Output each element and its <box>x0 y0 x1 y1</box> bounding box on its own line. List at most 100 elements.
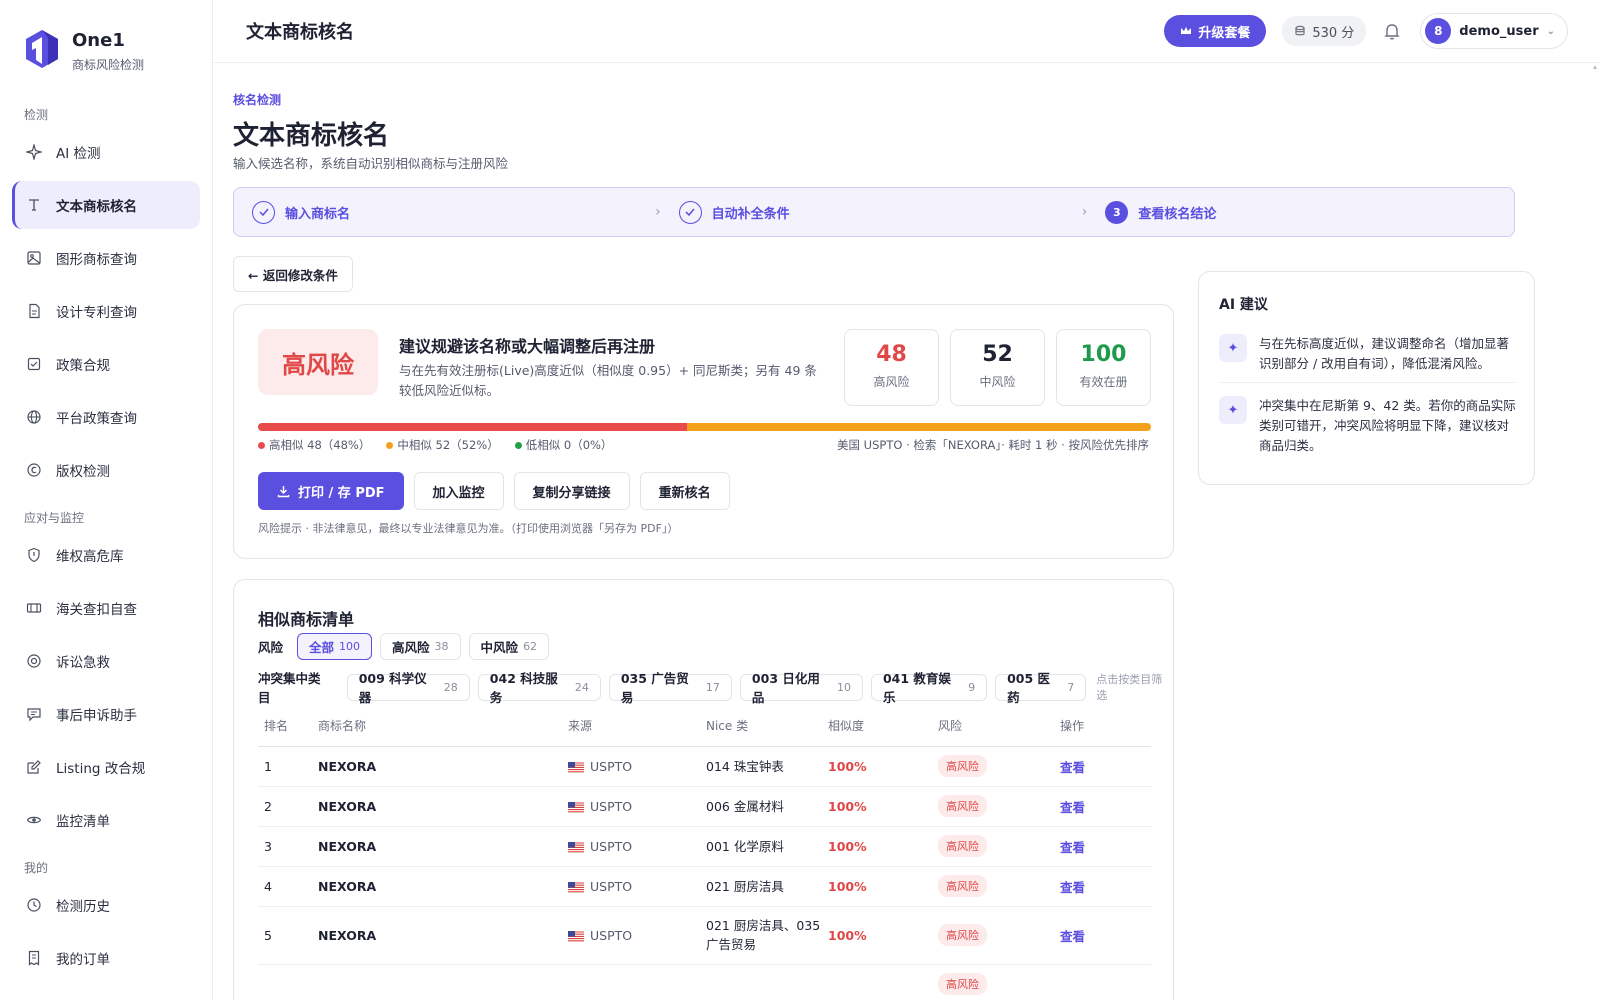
scrollbar[interactable] <box>1592 63 1598 1000</box>
step-item: 输入商标名 › <box>234 200 661 224</box>
bell-icon[interactable] <box>1382 21 1402 41</box>
copy-share-link-button[interactable]: 复制分享链接 <box>513 472 630 510</box>
column-header: 相似度 <box>822 706 932 747</box>
download-icon <box>277 485 290 497</box>
chip-label: 003 日化用品 <box>751 671 820 705</box>
points-badge[interactable]: 530 分 <box>1282 16 1367 46</box>
stat-value: 52 <box>982 342 1013 367</box>
sidebar-item[interactable]: AI 检测 <box>12 128 200 176</box>
recheck-button[interactable]: 重新核名 <box>639 472 730 510</box>
ai-suggestion-text: 与在先标高度近似，建议调整命名（增加显著识别部分 / 改用自有词），降低混淆风险… <box>1259 336 1510 371</box>
risk-disclaimer: 风险提示 · 非法律意见，最终以专业法律意见为准。（打印使用浏览器「另存为 PD… <box>258 522 679 535</box>
sidebar-item[interactable]: 平台政策查询 <box>12 393 200 441</box>
sidebar-item[interactable]: Listing 改合规 <box>12 743 200 791</box>
points-value: 530 分 <box>1312 25 1355 41</box>
brand[interactable]: One1 商标风险检测 <box>0 0 212 96</box>
table-row[interactable]: 1 NEXORA USPTO 014 珠宝钟表 100% 高风险 查看 <box>258 746 1151 787</box>
sidebar-item[interactable]: 检测历史 <box>12 881 200 929</box>
sidebar-item[interactable]: 海关查扣自查 <box>12 584 200 632</box>
mark-name-cell: NEXORA <box>312 786 562 827</box>
risk-cell: 高风险 <box>932 964 1054 1000</box>
sidebar-item[interactable]: 事后申诉助手 <box>12 690 200 738</box>
user-menu[interactable]: 8 demo_user ⌄ <box>1420 13 1568 49</box>
edit-icon <box>26 759 42 775</box>
us-flag-icon <box>568 759 590 774</box>
add-monitor-button[interactable]: 加入监控 <box>413 472 504 510</box>
filter-chip[interactable]: 041 教育娱乐 9 <box>870 671 988 705</box>
sidebar-item-label: 我的订单 <box>56 952 110 968</box>
table-row[interactable]: 高风险 <box>258 964 1151 1000</box>
mark-name-cell: NEXORA <box>312 906 562 965</box>
sidebar-item-label: 事后申诉助手 <box>56 708 137 724</box>
action-cell <box>1054 964 1151 1000</box>
mark-name-cell: NEXORA <box>312 826 562 867</box>
chip-label: 042 科技服务 <box>489 671 558 705</box>
chip-label: 005 医药 <box>1007 671 1051 705</box>
table-row[interactable]: 3 NEXORA USPTO 001 化学原料 100% 高风险 查看 <box>258 826 1151 867</box>
stepper: 输入商标名 › 自动补全条件 › 3 查看核名结论 <box>233 187 1515 237</box>
table-row[interactable]: 4 NEXORA USPTO 021 厨房洁具 100% 高风险 查看 <box>258 866 1151 907</box>
nice-class-cell: 021 厨房洁具 <box>700 866 822 907</box>
view-link[interactable]: 查看 <box>1060 840 1085 855</box>
action-cell: 查看 <box>1054 906 1151 965</box>
chip-label: 009 科学仪器 <box>358 671 427 705</box>
risk-cell: 高风险 <box>932 906 1054 965</box>
us-flag-icon <box>568 799 590 814</box>
sidebar-item[interactable]: 文本商标核名 <box>12 181 200 229</box>
sidebar-item[interactable]: 维权高危库 <box>12 531 200 579</box>
action-cell: 查看 <box>1054 746 1151 787</box>
breadcrumb[interactable]: 核名检测 <box>233 91 281 108</box>
legend-label: 高相似 48（48%） <box>269 438 371 452</box>
mark-name-cell <box>312 964 562 1000</box>
filter-chip[interactable]: 042 科技服务 24 <box>477 671 601 705</box>
table-header: 排名 商标名称 来源 Nice 类相似度 风险 操作 <box>258 706 1151 747</box>
source-label: USPTO <box>590 798 633 814</box>
source-cell: USPTO <box>562 826 700 867</box>
sidebar-item[interactable]: 版权检测 <box>12 446 200 494</box>
filter-chip[interactable]: 全部 100 <box>297 633 373 660</box>
step-item: 自动补全条件 › <box>661 200 1087 224</box>
chip-count: 100 <box>339 640 361 653</box>
table-row[interactable]: 2 NEXORA USPTO 006 金属材料 100% 高风险 查看 <box>258 786 1151 827</box>
stat-box: 48 高风险 <box>844 329 939 406</box>
back-button[interactable]: ← 返回修改条件 <box>233 256 353 292</box>
sidebar-item-label: 海关查扣自查 <box>56 602 137 618</box>
view-link[interactable]: 查看 <box>1060 760 1085 775</box>
sidebar-item-label: 设计专利查询 <box>56 305 137 321</box>
upgrade-button[interactable]: 升级套餐 <box>1164 15 1267 47</box>
source-label: USPTO <box>590 758 633 774</box>
step-label: 自动补全条件 <box>711 206 790 222</box>
filter-chip[interactable]: 高风险 38 <box>380 633 461 660</box>
view-link[interactable]: 查看 <box>1060 880 1085 895</box>
rank-cell: 4 <box>258 866 312 907</box>
stat-box: 100 有效在册 <box>1056 329 1151 406</box>
view-link[interactable]: 查看 <box>1060 929 1085 944</box>
sidebar-item[interactable]: 我的订单 <box>12 934 200 982</box>
ai-suggestion-text: 冲突集中在尼斯第 9、42 类。若你的商品实际类别可错开，冲突风险将明显下降，建… <box>1259 398 1516 453</box>
brand-logo-icon <box>26 30 58 68</box>
action-buttons: 打印 / 存 PDF 加入监控 复制分享链接 重新核名 <box>258 472 730 510</box>
sidebar-item[interactable]: 政策合规 <box>12 340 200 388</box>
filter-chip[interactable]: 005 医药 7 <box>995 671 1087 705</box>
nice-class-cell: 006 金属材料 <box>700 786 822 827</box>
column-header: 操作 <box>1054 706 1151 747</box>
sidebar: One1 商标风险检测 检测 AI 检测 文本商标核名 图形商标查询 设计专利查询 政策合… <box>0 0 213 1000</box>
chip-label: 全部 <box>309 640 335 655</box>
chip-label: 高风险 <box>392 640 430 655</box>
legend-label: 中相似 52（52%） <box>397 438 499 452</box>
table-row[interactable]: 5 NEXORA USPTO 021 厨房洁具、035 广告贸易 100% 高风险 查看 <box>258 906 1151 965</box>
sidebar-item[interactable]: 诉讼急救 <box>12 637 200 685</box>
filter-chip[interactable]: 009 科学仪器 28 <box>346 671 470 705</box>
main-content: 核名检测 文本商标核名 输入候选名称，系统自动识别相似商标与注册风险 输入商标名… <box>213 63 1600 1000</box>
sidebar-item[interactable]: 设计专利查询 <box>12 287 200 335</box>
sidebar-item-label: Listing 改合规 <box>56 761 146 777</box>
sidebar-item[interactable]: 监控清单 <box>12 796 200 844</box>
print-pdf-button[interactable]: 打印 / 存 PDF <box>258 472 404 510</box>
sidebar-item[interactable]: 图形商标查询 <box>12 234 200 282</box>
filter-chip[interactable]: 003 日化用品 10 <box>739 671 863 705</box>
divider <box>1219 382 1516 383</box>
filter-chip[interactable]: 035 广告贸易 17 <box>608 671 732 705</box>
filter-chip[interactable]: 中风险 62 <box>468 633 550 660</box>
view-link[interactable]: 查看 <box>1060 800 1085 815</box>
eye-icon <box>26 812 42 828</box>
